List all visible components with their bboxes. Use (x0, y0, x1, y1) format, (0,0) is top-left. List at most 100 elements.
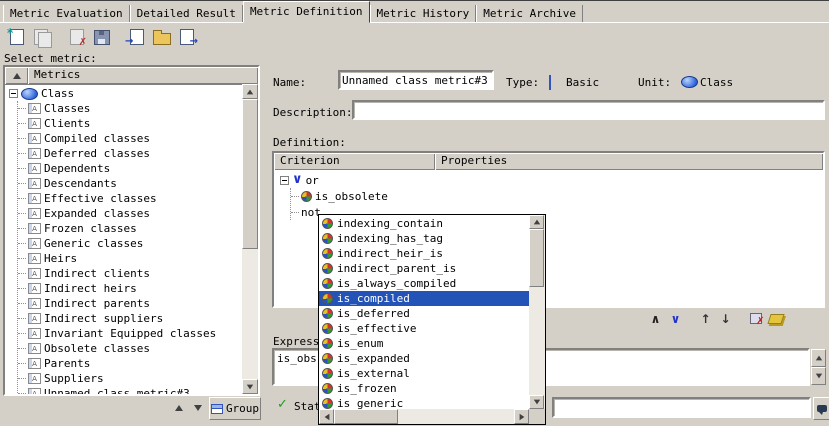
properties-column-header[interactable]: Properties (435, 153, 823, 170)
type-value: Basic (566, 76, 599, 89)
tree-scrollbar[interactable] (242, 84, 258, 394)
status-message-field[interactable] (552, 397, 811, 418)
scroll-thumb[interactable] (334, 409, 398, 424)
move-criterion-down-button[interactable]: ↓ (718, 311, 733, 326)
tree-item[interactable]: Deferred classes (18, 146, 242, 161)
tree-item[interactable]: Parents (18, 356, 242, 371)
expression-scrollbar[interactable] (811, 349, 826, 385)
tree-item[interactable]: Expanded classes (18, 206, 242, 221)
scroll-up-button[interactable] (529, 215, 544, 229)
tree-item[interactable]: Indirect parents (18, 296, 242, 311)
metric-icon (28, 313, 41, 324)
dropdown-vertical-scrollbar[interactable] (529, 215, 545, 409)
comment-button[interactable] (813, 397, 829, 420)
criterion-row-is-obsolete[interactable]: is_obsolete (291, 188, 823, 204)
tree-item[interactable]: Descendants (18, 176, 242, 191)
move-metric-up-button[interactable] (170, 399, 187, 416)
metrics-column-header[interactable]: Metrics (28, 67, 258, 84)
arrow-left-icon (324, 413, 329, 419)
arrow-up-icon (175, 405, 183, 411)
clear-definition-button[interactable] (768, 311, 783, 326)
metric-icon (28, 118, 41, 129)
tree-item[interactable]: Indirect suppliers (18, 311, 242, 326)
tree-item[interactable]: Frozen classes (18, 221, 242, 236)
scroll-up-button[interactable] (811, 349, 826, 367)
scroll-down-button[interactable] (529, 395, 544, 409)
scroll-up-button[interactable] (242, 84, 258, 99)
delete-metric-button[interactable]: ✗ (64, 26, 89, 49)
dropdown-item[interactable]: indexing_contain (319, 216, 529, 231)
tree-item[interactable]: Suppliers (18, 371, 242, 386)
sort-ascending-icon (13, 73, 21, 79)
name-input[interactable]: Unnamed class metric#3 (338, 70, 494, 90)
tab-metric-definition[interactable]: Metric Definition (243, 1, 370, 23)
tree-item-class[interactable]: Class (9, 86, 242, 101)
tree-item[interactable]: Heirs (18, 251, 242, 266)
and-icon: ∧ (651, 312, 661, 326)
dropdown-item-selected[interactable]: is_compiled (319, 291, 529, 306)
tab-metric-archive[interactable]: Metric Archive (476, 5, 583, 22)
tree-item[interactable]: Clients (18, 116, 242, 131)
sort-column-button[interactable] (5, 67, 28, 84)
new-metric-button[interactable]: * (4, 26, 29, 49)
import-metrics-button[interactable]: → (124, 26, 149, 49)
move-criterion-up-button[interactable]: ↑ (698, 311, 713, 326)
dropdown-item[interactable]: is_deferred (319, 306, 529, 321)
export-metrics-button[interactable]: → (174, 26, 199, 49)
tree-item[interactable]: Obsolete classes (18, 341, 242, 356)
dropdown-horizontal-scrollbar[interactable] (319, 409, 529, 424)
tab-detailed-result[interactable]: Detailed Result (130, 5, 243, 22)
arrow-up-icon (247, 89, 253, 94)
tree-item[interactable]: Indirect clients (18, 266, 242, 281)
criterion-row-or[interactable]: ∨ or (280, 172, 823, 188)
scroll-thumb[interactable] (242, 99, 258, 249)
tree-item[interactable]: Effective classes (18, 191, 242, 206)
and-criterion-button[interactable]: ∧ (648, 311, 663, 326)
delete-criterion-button[interactable] (748, 311, 763, 326)
criterion-icon (322, 263, 333, 274)
dropdown-item[interactable]: indirect_heir_is (319, 246, 529, 261)
scroll-thumb[interactable] (529, 229, 544, 287)
group-toggle-button[interactable]: Group (209, 397, 261, 420)
dropdown-item[interactable]: is_external (319, 366, 529, 381)
collapse-icon[interactable] (280, 176, 289, 185)
or-criterion-button[interactable]: ∨ (668, 311, 683, 326)
tree-item[interactable]: Generic classes (18, 236, 242, 251)
dropdown-item[interactable]: indirect_parent_is (319, 261, 529, 276)
tree-item[interactable]: Indirect heirs (18, 281, 242, 296)
tab-metric-evaluation[interactable]: Metric Evaluation (3, 5, 130, 22)
copy-metric-button[interactable] (29, 26, 54, 49)
collapse-icon[interactable] (9, 89, 18, 98)
scroll-down-button[interactable] (242, 379, 258, 394)
criterion-column-header[interactable]: Criterion (274, 153, 435, 170)
metric-icon (28, 193, 41, 204)
open-metrics-button[interactable] (149, 26, 174, 49)
dropdown-item[interactable]: is_expanded (319, 351, 529, 366)
scrollbar-corner (529, 409, 545, 424)
tree-item-clipped[interactable]: Unnamed class metric#3 (18, 386, 242, 394)
arrow-down-icon (247, 384, 253, 389)
move-metric-down-button[interactable] (189, 399, 206, 416)
tree-item[interactable]: Compiled classes (18, 131, 242, 146)
arrow-up-icon (533, 220, 539, 225)
tree-item[interactable]: Invariant Equipped classes (18, 326, 242, 341)
comment-bubble-icon (817, 405, 827, 412)
metric-icon (28, 253, 41, 264)
save-metric-button[interactable] (89, 26, 114, 49)
tree-item[interactable]: Dependents (18, 161, 242, 176)
criterion-icon (322, 353, 333, 364)
scroll-left-button[interactable] (319, 409, 334, 424)
dropdown-item[interactable]: is_generic (319, 396, 529, 409)
metric-icon (28, 358, 41, 369)
dropdown-item[interactable]: is_enum (319, 336, 529, 351)
scroll-down-button[interactable] (811, 367, 826, 385)
tree-item[interactable]: Classes (18, 101, 242, 116)
dropdown-item[interactable]: is_frozen (319, 381, 529, 396)
criterion-icon (322, 368, 333, 379)
scroll-right-button[interactable] (514, 409, 529, 424)
description-input[interactable] (352, 100, 825, 120)
dropdown-item[interactable]: indexing_has_tag (319, 231, 529, 246)
dropdown-item[interactable]: is_effective (319, 321, 529, 336)
tab-metric-history[interactable]: Metric History (370, 5, 477, 22)
dropdown-item[interactable]: is_always_compiled (319, 276, 529, 291)
